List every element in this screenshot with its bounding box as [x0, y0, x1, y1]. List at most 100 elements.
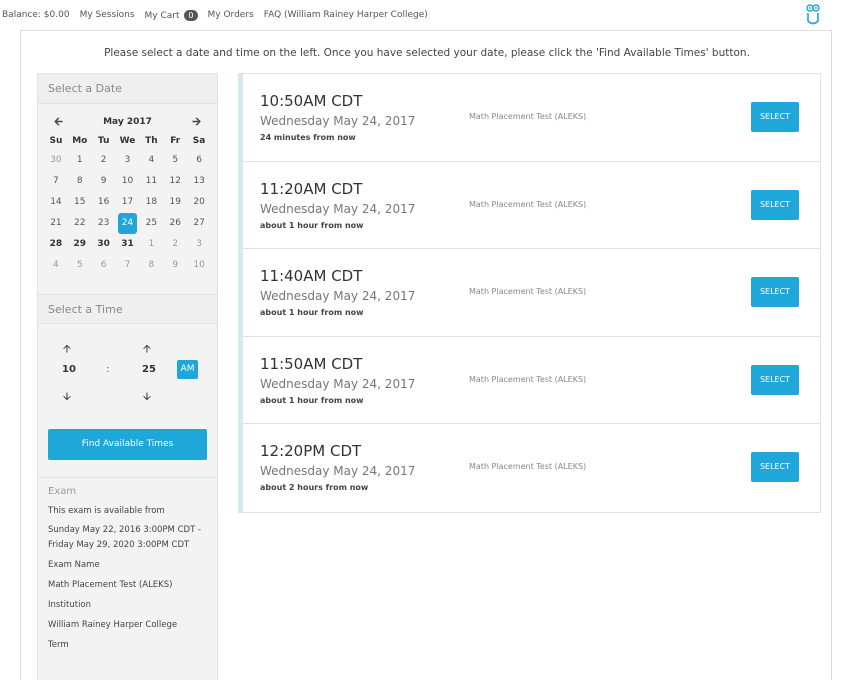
- my-cart-link[interactable]: My Cart 0: [144, 9, 198, 21]
- select-slot-button[interactable]: SELECT: [751, 102, 799, 132]
- next-month-arrow-icon[interactable]: 🡪: [192, 113, 201, 132]
- term-label: Term: [48, 640, 69, 650]
- my-orders-link[interactable]: My Orders: [208, 10, 254, 20]
- hour-up-arrow-icon[interactable]: 🡩: [63, 340, 71, 359]
- slot-time: 11:20AM CDT: [260, 179, 363, 198]
- exam-available-range: Sunday May 22, 2016 3:00PM CDT - Friday …: [48, 525, 202, 550]
- calendar-day[interactable]: 7: [116, 255, 140, 276]
- calendar-day[interactable]: 11: [139, 171, 163, 192]
- calendar-day[interactable]: 16: [92, 192, 116, 213]
- weekday-header: Mo: [72, 136, 88, 146]
- select-slot-button[interactable]: SELECT: [751, 277, 799, 307]
- minute-value[interactable]: 25: [142, 364, 156, 375]
- calendar-day[interactable]: 30: [92, 234, 116, 255]
- calendar-day[interactable]: 23: [92, 213, 116, 234]
- calendar-day-selected[interactable]: 24: [117, 213, 138, 234]
- weekday-header: Su: [49, 136, 63, 146]
- calendar: 🡨 May 2017 🡪 Su Mo Tu We Th Fr Sa 30 1 2 3 4 5 6 7 8 9 10…: [38, 104, 217, 276]
- time-separator: :: [106, 364, 110, 375]
- calendar-day[interactable]: 6: [92, 255, 116, 276]
- calendar-day[interactable]: 26: [163, 213, 187, 234]
- calendar-day[interactable]: 21: [44, 213, 68, 234]
- time-slot-row: 10:50AM CDT Wednesday May 24, 2017 24 minu…: [243, 74, 820, 162]
- exam-name-label: Exam Name: [48, 560, 100, 570]
- calendar-day[interactable]: 1: [68, 150, 92, 171]
- calendar-day[interactable]: 8: [68, 171, 92, 192]
- slot-relative-time: about 1 hour from now: [260, 220, 364, 230]
- calendar-day[interactable]: 20: [187, 192, 211, 213]
- slot-date: Wednesday May 24, 2017: [260, 376, 416, 391]
- sidebar: Select a Date 🡨 May 2017 🡪 Su Mo Tu We Th Fr S…: [37, 73, 218, 680]
- slot-relative-time: about 2 hours from now: [260, 483, 369, 492]
- slot-date: Wednesday May 24, 2017: [260, 114, 416, 128]
- time-slot-row: 11:20AM CDT Wednesday May 24, 2017 about 1…: [243, 162, 820, 249]
- exam-name-value: Math Placement Test (ALEKS): [48, 580, 173, 590]
- slot-exam-name: Math Placement Test (ALEKS): [469, 112, 587, 121]
- calendar-day[interactable]: 29: [68, 234, 92, 255]
- calendar-day[interactable]: 9: [92, 171, 116, 192]
- time-slot-list: 10:50AM CDT Wednesday May 24, 2017 24 minu…: [238, 73, 821, 513]
- slot-time: 11:40AM CDT: [260, 267, 363, 285]
- calendar-day[interactable]: 17: [116, 192, 140, 213]
- slot-date: Wednesday May 24, 2017: [260, 201, 416, 216]
- my-cart-label: My Cart: [144, 10, 180, 21]
- calendar-day[interactable]: 7: [44, 171, 68, 192]
- slot-relative-time: 24 minutes from now: [260, 133, 356, 142]
- calendar-day[interactable]: 8: [139, 255, 163, 276]
- calendar-day[interactable]: 3: [116, 150, 140, 171]
- faq-link[interactable]: FAQ (William Rainey Harper College): [264, 10, 428, 20]
- select-slot-button[interactable]: SELECT: [751, 189, 799, 220]
- calendar-day[interactable]: 19: [163, 192, 187, 213]
- slot-date: Wednesday May 24, 2017: [260, 289, 416, 303]
- calendar-day[interactable]: 30: [44, 150, 68, 171]
- time-picker: 🡩 🡩 10 : 25 AM 🡫 🡫: [38, 324, 217, 416]
- calendar-day[interactable]: 2: [163, 234, 187, 255]
- time-slot-row: 11:40AM CDT Wednesday May 24, 2017 about 1…: [243, 249, 820, 337]
- weekday-header: We: [119, 136, 136, 146]
- calendar-day[interactable]: 22: [68, 213, 92, 234]
- month-label: May 2017: [103, 117, 152, 127]
- find-available-times-button[interactable]: Find Available Times: [48, 429, 207, 460]
- time-slot-row: 12:20PM CDT Wednesday May 24, 2017 about 2…: [243, 424, 820, 512]
- calendar-day[interactable]: 15: [68, 192, 92, 213]
- slot-date: Wednesday May 24, 2017: [260, 464, 416, 478]
- owl-logo-icon[interactable]: [806, 4, 820, 26]
- calendar-day[interactable]: 12: [163, 171, 187, 192]
- calendar-day[interactable]: 14: [44, 192, 68, 213]
- slot-time: 11:50AM CDT: [260, 354, 363, 373]
- calendar-day[interactable]: 28: [44, 234, 68, 255]
- exam-available-label: This exam is available from: [48, 506, 165, 516]
- calendar-day[interactable]: 10: [187, 255, 211, 276]
- calendar-day[interactable]: 4: [44, 255, 68, 276]
- calendar-day[interactable]: 5: [163, 150, 187, 171]
- hour-down-arrow-icon[interactable]: 🡫: [63, 388, 71, 407]
- calendar-day[interactable]: 9: [163, 255, 187, 276]
- calendar-day[interactable]: 18: [139, 192, 163, 213]
- hour-value[interactable]: 10: [62, 364, 76, 375]
- calendar-day[interactable]: 2: [92, 150, 116, 171]
- top-nav: Balance: $0.00 My Sessions My Cart 0 My …: [0, 0, 844, 30]
- calendar-day[interactable]: 5: [68, 255, 92, 276]
- slot-relative-time: about 1 hour from now: [260, 395, 364, 405]
- ampm-toggle[interactable]: AM: [177, 360, 198, 379]
- calendar-day[interactable]: 31: [116, 234, 140, 255]
- calendar-day[interactable]: 27: [187, 213, 211, 234]
- institution-value: William Rainey Harper College: [48, 620, 178, 630]
- calendar-day[interactable]: 25: [139, 213, 163, 234]
- select-date-title: Select a Date: [38, 74, 217, 104]
- select-slot-button[interactable]: SELECT: [751, 364, 799, 395]
- select-slot-button[interactable]: SELECT: [751, 452, 799, 482]
- minute-up-arrow-icon[interactable]: 🡩: [143, 340, 151, 359]
- calendar-day[interactable]: 6: [187, 150, 211, 171]
- slot-relative-time: about 1 hour from now: [260, 308, 364, 317]
- slot-exam-name: Math Placement Test (ALEKS): [469, 462, 587, 471]
- calendar-day[interactable]: 10: [116, 171, 140, 192]
- calendar-day[interactable]: 13: [187, 171, 211, 192]
- calendar-day[interactable]: 3: [187, 234, 211, 255]
- select-time-title: Select a Time: [38, 294, 217, 324]
- minute-down-arrow-icon[interactable]: 🡫: [143, 388, 151, 407]
- calendar-day[interactable]: 4: [139, 150, 163, 171]
- calendar-day[interactable]: 1: [139, 234, 163, 255]
- my-sessions-link[interactable]: My Sessions: [80, 10, 135, 20]
- prev-month-arrow-icon[interactable]: 🡨: [54, 113, 63, 132]
